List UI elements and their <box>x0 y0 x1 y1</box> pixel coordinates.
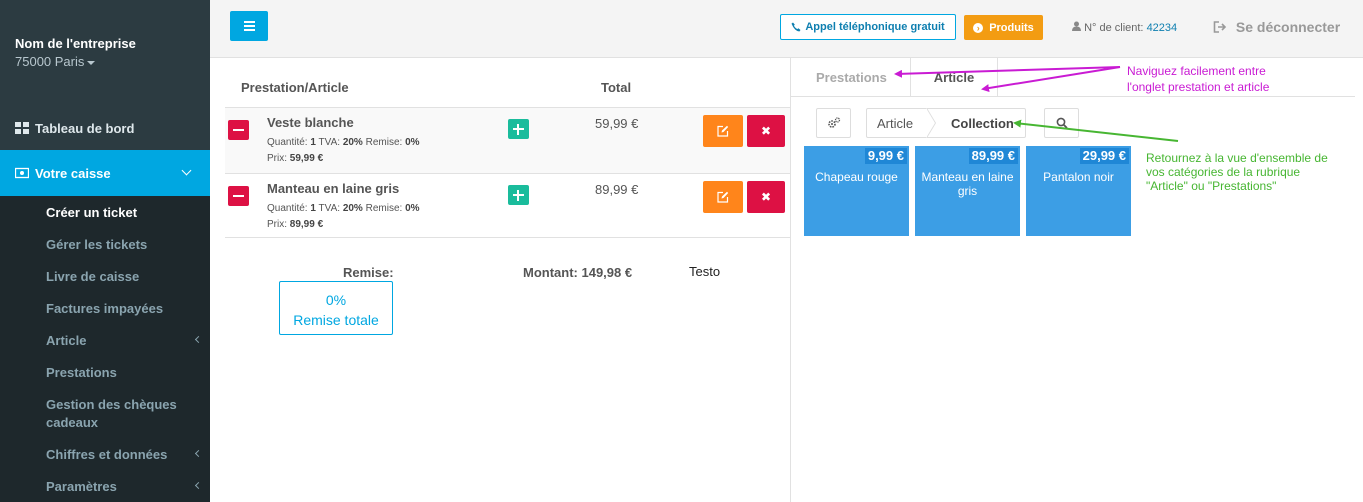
panel-divider <box>790 58 791 502</box>
submenu-item-creer-ticket[interactable]: Créer un ticket <box>46 204 137 222</box>
annotation-arrow <box>1013 119 1179 142</box>
item-name: Manteau en laine gris <box>267 181 400 196</box>
add-one-button[interactable] <box>508 119 529 139</box>
submenu-item-livre-caisse[interactable]: Livre de caisse <box>46 268 139 286</box>
brand: Nom de l'entreprise 75000 Paris <box>15 36 136 69</box>
company-location[interactable]: 75000 Paris <box>15 54 136 69</box>
submenu-item-chiffres[interactable]: Chiffres et données <box>46 446 167 464</box>
caret-down-icon <box>87 60 96 65</box>
plus-circle-icon: › <box>973 22 984 33</box>
tile-price: 9,99 € <box>864 148 907 164</box>
breadcrumb: Article Collection <box>866 108 1026 138</box>
sign-out-icon <box>1213 21 1227 33</box>
submenu-item-article[interactable]: Article <box>46 332 86 350</box>
tile-name: Pantalon noir <box>1043 170 1114 184</box>
tile-price: 29,99 € <box>1079 148 1129 164</box>
tab-article[interactable]: Article <box>910 58 998 97</box>
ticket-note: Testo <box>689 264 721 279</box>
remise-totale-button[interactable]: 0% Remise totale <box>279 281 393 335</box>
edit-item-button[interactable] <box>703 115 743 147</box>
tile-name: Chapeau rouge <box>815 170 898 184</box>
remise-value: 0% <box>325 292 347 308</box>
annotation-arrow <box>981 66 1121 92</box>
table-row: Manteau en laine gris Quantité: 1 TVA: 2… <box>225 173 790 238</box>
close-icon: ✖ <box>760 124 772 138</box>
product-tile[interactable]: 9,99 € Chapeau rouge <box>804 146 909 236</box>
sidebar-item-label: Votre caisse <box>35 165 111 181</box>
tab-prestations[interactable]: Prestations <box>816 70 887 85</box>
location-label: 75000 Paris <box>15 54 85 69</box>
add-one-button[interactable] <box>508 185 529 205</box>
edit-icon <box>717 191 729 203</box>
gears-icon <box>828 117 841 128</box>
montant-total: Montant: 149,98 € <box>523 265 633 280</box>
column-header-total: Total <box>601 80 632 95</box>
settings-button[interactable] <box>816 108 851 138</box>
edit-icon <box>717 125 729 137</box>
submenu-item-factures[interactable]: Factures impayées <box>46 300 163 318</box>
search-icon <box>1056 117 1068 129</box>
tabs-divider <box>790 96 1355 97</box>
hamburger-menu-button[interactable] <box>230 11 268 41</box>
sidebar: Nom de l'entreprise 75000 Paris Tableau … <box>0 0 210 502</box>
breadcrumb-collection[interactable]: Collection <box>951 116 1014 131</box>
top-bar: Appel téléphonique gratuit › Produits N°… <box>210 0 1363 58</box>
breadcrumb-article[interactable]: Article <box>877 116 913 131</box>
hamburger-icon <box>244 21 255 23</box>
delete-item-button[interactable]: ✖ <box>747 115 785 147</box>
remise-totale-label: Remise totale <box>293 312 379 328</box>
chevron-left-icon <box>194 481 203 490</box>
user-icon <box>1072 21 1081 31</box>
chevron-left-icon <box>194 335 203 344</box>
client-number: N° de client: 42234 <box>1072 21 1177 34</box>
item-details: Quantité: 1 TVA: 20% Remise: 0% Prix: 89… <box>267 203 420 230</box>
sidebar-item-label: Tableau de bord <box>35 120 135 136</box>
chevron-left-icon <box>194 449 203 458</box>
phone-icon <box>791 22 801 32</box>
submenu-item-gerer-tickets[interactable]: Gérer les tickets <box>46 236 147 254</box>
delete-item-button[interactable]: ✖ <box>747 181 785 213</box>
tile-price: 89,99 € <box>968 148 1018 164</box>
table-row: Veste blanche Quantité: 1 TVA: 20% Remis… <box>225 107 790 173</box>
submenu-caisse: Créer un ticket Gérer les tickets Livre … <box>0 196 210 502</box>
item-total: 59,99 € <box>595 116 639 131</box>
sidebar-item-dashboard[interactable]: Tableau de bord <box>0 118 210 138</box>
remove-one-button[interactable] <box>228 186 249 206</box>
tile-name: Manteau en laine gris <box>921 170 1014 198</box>
product-tile[interactable]: 89,99 € Manteau en laine gris <box>915 146 1020 236</box>
sidebar-item-caisse[interactable]: Votre caisse <box>0 150 210 196</box>
close-icon: ✖ <box>760 190 772 204</box>
item-name: Veste blanche <box>267 115 354 130</box>
column-header-item: Prestation/Article <box>241 80 349 95</box>
company-name: Nom de l'entreprise <box>15 36 136 51</box>
submenu-item-prestations[interactable]: Prestations <box>46 364 117 382</box>
free-call-button[interactable]: Appel téléphonique gratuit <box>780 14 956 40</box>
remove-one-button[interactable] <box>228 120 249 140</box>
chevron-down-icon <box>181 165 192 176</box>
submenu-item-cheques-cadeaux[interactable]: Gestion des chèques cadeaux <box>46 396 196 432</box>
search-button[interactable] <box>1044 108 1079 138</box>
edit-item-button[interactable] <box>703 181 743 213</box>
logout-button[interactable]: Se déconnecter <box>1213 19 1340 35</box>
cash-register-icon <box>15 167 29 179</box>
products-button[interactable]: › Produits <box>964 15 1043 40</box>
annotation-tabs: Naviguez facilement entre l'onglet prest… <box>1127 64 1270 94</box>
annotation-breadcrumb: Retournez à la vue d'ensemble de vos cat… <box>1146 151 1328 193</box>
product-tile[interactable]: 29,99 € Pantalon noir <box>1026 146 1131 236</box>
item-total: 89,99 € <box>595 182 639 197</box>
dashboard-icon <box>15 122 29 134</box>
submenu-item-parametres[interactable]: Paramètres <box>46 478 117 496</box>
remise-label: Remise: <box>343 265 394 280</box>
item-details: Quantité: 1 TVA: 20% Remise: 0% Prix: 59… <box>267 137 420 164</box>
